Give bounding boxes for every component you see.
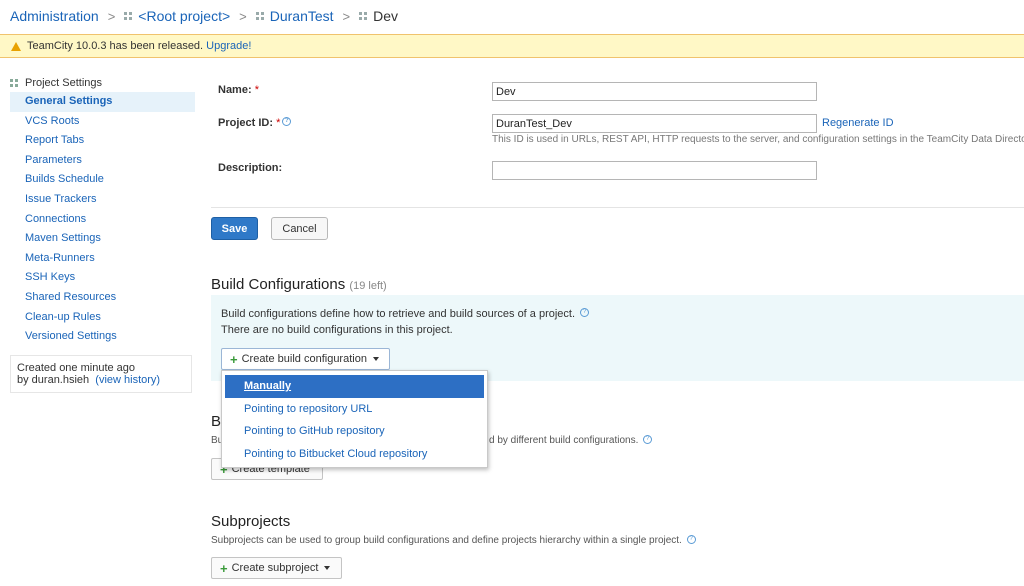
regenerate-id-link[interactable]: Regenerate ID — [822, 117, 894, 129]
plus-icon: + — [220, 560, 228, 576]
breadcrumb-root-project[interactable]: <Root project> — [138, 8, 230, 24]
required-mark: * — [276, 117, 281, 129]
notice-text: TeamCity 10.0.3 has been released. — [27, 40, 204, 52]
created-time: Created one minute ago — [17, 362, 136, 374]
project-id-hint: This ID is used in URLs, REST API, HTTP … — [492, 134, 1024, 145]
project-icon — [255, 11, 265, 21]
project-settings-icon — [10, 78, 19, 88]
project-id-input[interactable] — [492, 114, 817, 133]
help-icon[interactable]: ? — [580, 308, 590, 317]
sidebar-item-connections[interactable]: Connections — [10, 210, 195, 230]
menu-item-manually[interactable]: Manually — [225, 375, 484, 398]
created-by: by duran.hsieh — [17, 374, 90, 386]
project-icon — [359, 11, 368, 21]
create-subproject-button[interactable]: + Create subproject — [211, 557, 342, 579]
help-icon[interactable]: ? — [282, 117, 292, 126]
breadcrumb-separator: > — [107, 8, 116, 24]
subprojects-description: Subprojects can be used to group build c… — [211, 535, 696, 546]
breadcrumb-separator: > — [239, 8, 247, 24]
description-label: Description: — [218, 162, 283, 174]
help-icon[interactable]: ? — [643, 435, 653, 444]
description-input[interactable] — [492, 161, 817, 180]
sidebar-item-versioned-settings[interactable]: Versioned Settings — [10, 327, 195, 347]
upgrade-link[interactable]: Upgrade! — [206, 40, 251, 52]
build-configurations-description: Build configurations define how to retri… — [221, 308, 590, 320]
menu-item-github-repository[interactable]: Pointing to GitHub repository — [225, 420, 484, 443]
project-icon — [124, 11, 133, 21]
chevron-down-icon — [372, 357, 379, 361]
sidebar-item-general-settings[interactable]: General Settings — [10, 92, 195, 112]
project-id-label: Project ID: *? — [218, 117, 292, 129]
sidebar-title-label: Project Settings — [25, 77, 103, 89]
help-icon[interactable]: ? — [686, 535, 696, 544]
subprojects-heading: Subprojects — [211, 513, 291, 530]
sidebar-item-vcs-roots[interactable]: VCS Roots — [10, 112, 195, 132]
form-divider — [211, 207, 1024, 208]
breadcrumb: Administration > <Root project> > DuranT… — [10, 8, 398, 24]
menu-item-bitbucket-cloud-repository[interactable]: Pointing to Bitbucket Cloud repository — [225, 443, 484, 466]
create-build-configuration-menu: Manually Pointing to repository URL Poin… — [221, 370, 488, 468]
create-build-configuration-button[interactable]: + Create build configuration — [221, 348, 390, 370]
create-build-configuration-label: Create build configuration — [241, 353, 367, 365]
name-input[interactable] — [492, 82, 817, 101]
templates-description-end: d by different build configurations. ? — [489, 435, 653, 446]
breadcrumb-administration[interactable]: Administration — [10, 8, 99, 24]
sidebar-item-report-tabs[interactable]: Report Tabs — [10, 131, 195, 151]
sidebar-item-builds-schedule[interactable]: Builds Schedule — [10, 170, 195, 190]
warning-icon — [11, 41, 21, 51]
build-configurations-count: (19 left) — [349, 280, 387, 292]
menu-item-repository-url[interactable]: Pointing to repository URL — [225, 398, 484, 421]
view-history-link[interactable]: (view history) — [95, 374, 160, 386]
sidebar-item-parameters[interactable]: Parameters — [10, 151, 195, 171]
plus-icon: + — [230, 351, 238, 367]
name-label: Name: * — [218, 84, 259, 96]
sidebar-nav: General Settings VCS Roots Report Tabs P… — [10, 92, 195, 347]
no-build-configurations-text: There are no build configurations in thi… — [221, 324, 453, 336]
update-notice: TeamCity 10.0.3 has been released. Upgra… — [0, 34, 1024, 58]
chevron-down-icon — [324, 566, 331, 570]
breadcrumb-current: Dev — [373, 8, 399, 24]
sidebar-item-maven-settings[interactable]: Maven Settings — [10, 229, 195, 249]
breadcrumb-separator: > — [342, 8, 351, 24]
cancel-button[interactable]: Cancel — [271, 217, 328, 240]
sidebar-item-clean-up-rules[interactable]: Clean-up Rules — [10, 308, 195, 328]
created-info: Created one minute ago by duran.hsieh (v… — [10, 355, 192, 393]
save-button[interactable]: Save — [211, 217, 258, 240]
required-mark: * — [254, 84, 259, 96]
sidebar-item-meta-runners[interactable]: Meta-Runners — [10, 249, 195, 269]
create-subproject-label: Create subproject — [231, 562, 319, 574]
sidebar-item-issue-trackers[interactable]: Issue Trackers — [10, 190, 195, 210]
sidebar-item-ssh-keys[interactable]: SSH Keys — [10, 268, 195, 288]
build-configurations-heading: Build Configurations (19 left) — [211, 276, 387, 293]
sidebar-title: Project Settings — [10, 77, 102, 89]
sidebar-item-shared-resources[interactable]: Shared Resources — [10, 288, 195, 308]
breadcrumb-durantest[interactable]: DuranTest — [270, 8, 334, 24]
